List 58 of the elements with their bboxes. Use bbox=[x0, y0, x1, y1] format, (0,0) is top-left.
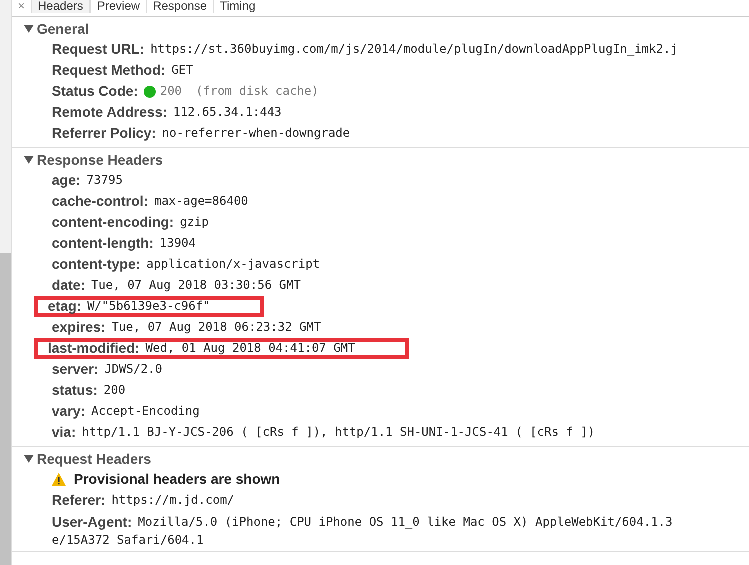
header-value: W/"5b6139e3-c96f" bbox=[87, 300, 210, 313]
header-name: Referrer Policy: bbox=[52, 127, 156, 140]
scrollbar-thumb[interactable] bbox=[0, 253, 11, 565]
header-name: content-encoding: bbox=[52, 216, 174, 229]
header-value: Tue, 07 Aug 2018 06:23:32 GMT bbox=[112, 321, 322, 334]
header-value: Accept-Encoding bbox=[91, 405, 200, 418]
collapse-triangle-icon[interactable] bbox=[24, 154, 34, 164]
header-name: date: bbox=[52, 279, 86, 292]
section-title[interactable]: General bbox=[37, 20, 90, 36]
header-name: content-length: bbox=[52, 237, 154, 250]
tab[interactable]: Timing bbox=[213, 0, 262, 13]
tab[interactable]: Preview bbox=[90, 0, 146, 13]
section-title[interactable]: Request Headers bbox=[37, 450, 152, 466]
header-name: expires: bbox=[52, 321, 106, 334]
warning-icon bbox=[52, 473, 66, 486]
header-name: cache-control: bbox=[52, 195, 148, 208]
header-name: Request Method: bbox=[52, 64, 166, 77]
status-note: (from disk cache) bbox=[196, 85, 319, 98]
header-value: no-referrer-when-downgrade bbox=[162, 127, 350, 140]
header-name: Request URL: bbox=[52, 43, 145, 56]
warning-text: Provisional headers are shown bbox=[74, 473, 280, 486]
header-value: gzip bbox=[180, 216, 210, 229]
header-name: content-type: bbox=[52, 258, 141, 271]
header-name: via: bbox=[52, 426, 76, 439]
header-name: Status Code: bbox=[52, 85, 138, 98]
header-value: max-age=86400 bbox=[154, 195, 248, 208]
header-value: GET bbox=[172, 64, 194, 77]
header-name: status: bbox=[52, 384, 98, 397]
header-value: Wed, 01 Aug 2018 04:41:07 GMT bbox=[146, 342, 356, 355]
header-value: Tue, 07 Aug 2018 03:30:56 GMT bbox=[91, 279, 301, 292]
header-name: Referer: bbox=[52, 494, 106, 507]
header-value: 112.65.34.1:443 bbox=[173, 106, 282, 119]
header-value: https://st.360buyimg.com/m/js/2014/module/plugIn/downloadAppPlugIn_imk2.j bbox=[150, 43, 678, 56]
header-name: Remote Address: bbox=[52, 106, 168, 119]
header-value: Mozilla/5.0 (iPhone; CPU iPhone OS 11_0 like Mac OS X) AppleWebKit/604.1.3 bbox=[138, 516, 673, 528]
header-name: last-modified: bbox=[48, 342, 140, 355]
status-dot-icon bbox=[144, 86, 156, 98]
header-value: 73795 bbox=[86, 174, 123, 187]
header-name: vary: bbox=[52, 405, 86, 418]
collapse-triangle-icon[interactable] bbox=[24, 454, 34, 464]
header-value: http/1.1 BJ-Y-JCS-206 ( [cRs f ]), http/1.1 SH-UNI-1-JCS-41 ( [cRs f ]) bbox=[82, 426, 596, 439]
header-name: User-Agent: bbox=[52, 516, 132, 528]
header-value: https://m.jd.com/ bbox=[112, 494, 235, 507]
header-name: server: bbox=[52, 363, 99, 376]
section-title[interactable]: Response Headers bbox=[37, 152, 164, 168]
close-button[interactable]: × bbox=[12, 0, 32, 13]
header-value: 200 bbox=[160, 85, 182, 98]
tab[interactable]: Headers bbox=[31, 0, 90, 13]
tab[interactable]: Response bbox=[146, 0, 214, 13]
scrollbar[interactable] bbox=[0, 0, 12, 565]
header-value: e/15A372 Safari/604.1 bbox=[52, 533, 204, 547]
header-value: 200 bbox=[104, 384, 126, 397]
header-value: JDWS/2.0 bbox=[104, 363, 162, 376]
header-value: application/x-javascript bbox=[146, 258, 320, 271]
header-name: age: bbox=[52, 174, 81, 187]
header-name: etag: bbox=[48, 300, 82, 313]
collapse-triangle-icon[interactable] bbox=[24, 24, 34, 34]
header-value: 13904 bbox=[160, 237, 196, 250]
